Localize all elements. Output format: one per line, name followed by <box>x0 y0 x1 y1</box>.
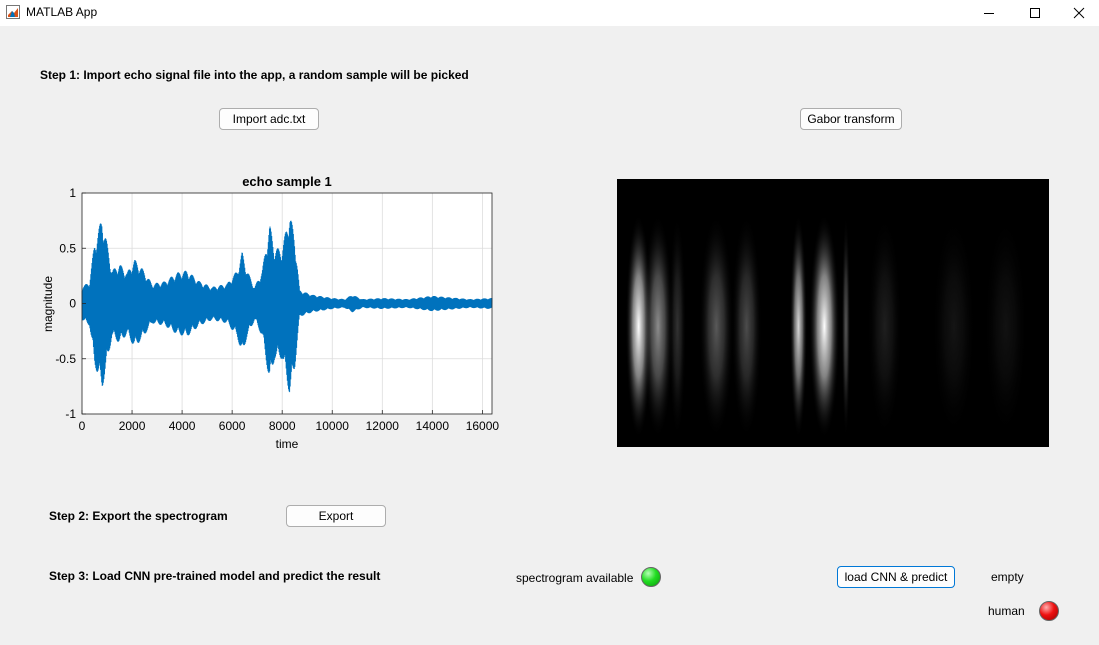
maximize-icon <box>1030 8 1040 18</box>
import-button[interactable]: Import adc.txt <box>219 108 319 130</box>
close-icon <box>1073 7 1085 19</box>
spectrogram-band <box>809 213 840 439</box>
x-tick-label: 12000 <box>366 419 400 433</box>
x-tick-label: 10000 <box>316 419 350 433</box>
spectrogram-available-label: spectrogram available <box>516 571 634 585</box>
spectrogram-band <box>731 213 762 439</box>
y-tick-label: 1 <box>69 186 76 200</box>
x-tick-label: 0 <box>79 419 86 433</box>
spectrogram-band <box>789 213 808 439</box>
x-tick-label: 14000 <box>416 419 450 433</box>
spectrogram-band <box>642 213 674 439</box>
echo-signal-chart: echo sample 1 0 2000 4000 6000 8000 10000 1200… <box>41 174 500 451</box>
spectrogram-band <box>668 213 687 439</box>
step2-label: Step 2: Export the spectrogram <box>49 509 228 523</box>
y-axis-label: magnitude <box>41 276 55 332</box>
spectrogram-band <box>932 213 976 439</box>
spectrogram-image <box>617 179 1049 447</box>
human-label: human <box>988 604 1025 618</box>
export-button[interactable]: Export <box>286 505 386 527</box>
spectrogram-band <box>984 213 1028 439</box>
y-tick-label: 0.5 <box>59 241 76 255</box>
y-tick-label: -1 <box>65 407 76 421</box>
result-label: empty <box>991 570 1024 584</box>
y-tick-label: 0 <box>69 297 76 311</box>
load-cnn-predict-button[interactable]: load CNN & predict <box>837 566 955 588</box>
y-ticks: 1 0.5 0 -0.5 -1 <box>55 186 86 421</box>
matlab-logo-icon <box>6 5 20 19</box>
human-lamp <box>1039 601 1059 621</box>
x-axis-label: time <box>276 437 299 451</box>
close-button[interactable] <box>1056 0 1099 26</box>
step3-label: Step 3: Load CNN pre-trained model and p… <box>49 569 381 583</box>
spectrogram-available-lamp <box>641 567 661 587</box>
window-title: MATLAB App <box>26 5 98 19</box>
x-tick-label: 2000 <box>119 419 146 433</box>
chart-title: echo sample 1 <box>242 174 332 189</box>
spectrogram-band <box>699 213 734 439</box>
x-tick-label: 4000 <box>169 419 196 433</box>
window-titlebar: MATLAB App <box>0 0 1099 26</box>
gabor-transform-button[interactable]: Gabor transform <box>800 108 902 130</box>
x-tick-label: 8000 <box>269 419 296 433</box>
y-tick-label: -0.5 <box>55 352 76 366</box>
step1-label: Step 1: Import echo signal file into the… <box>40 68 469 82</box>
minimize-button[interactable] <box>966 0 1012 26</box>
spectrogram-band <box>841 213 851 439</box>
minimize-icon <box>984 13 994 14</box>
maximize-button[interactable] <box>1012 0 1058 26</box>
x-tick-label: 6000 <box>219 419 246 433</box>
spectrogram-bands <box>625 213 1028 439</box>
x-tick-label: 16000 <box>466 419 500 433</box>
spectrogram-band <box>867 213 903 439</box>
